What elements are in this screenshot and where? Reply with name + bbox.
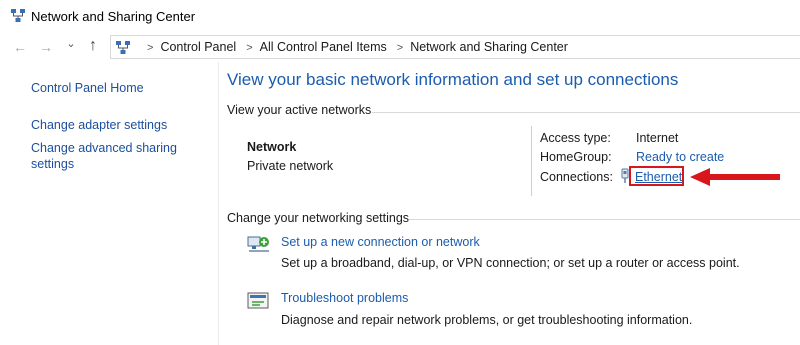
change-advanced-sharing-link[interactable]: Change advanced sharing [31, 140, 177, 156]
setup-connection-link[interactable]: Set up a new connection or network [281, 235, 480, 249]
troubleshoot-link[interactable]: Troubleshoot problems [281, 291, 408, 305]
back-arrow-icon[interactable]: ← [13, 39, 27, 55]
red-arrow-annotation [690, 168, 780, 186]
breadcrumb-separator-icon: > [246, 42, 253, 54]
network-divider [531, 126, 532, 196]
chevron-down-icon[interactable]: ⌄ [64, 37, 78, 50]
access-type-value: Internet [636, 131, 679, 145]
pane-divider [218, 62, 219, 345]
new-connection-icon [247, 236, 269, 252]
troubleshoot-icon [247, 292, 269, 309]
breadcrumb-network-center[interactable]: Network and Sharing Center [410, 40, 568, 54]
breadcrumb-all-items[interactable]: All Control Panel Items [260, 40, 387, 54]
change-settings-heading: Change your networking settings [227, 211, 410, 225]
control-panel-home-link[interactable]: Control Panel Home [31, 80, 144, 96]
access-type-label: Access type: [540, 131, 611, 145]
title-bar: Network and Sharing Center [0, 0, 800, 34]
section-divider [372, 112, 800, 113]
section-divider [409, 219, 800, 220]
ethernet-connection-link[interactable]: Ethernet [635, 170, 682, 184]
active-networks-heading: View your active networks [227, 103, 372, 117]
up-arrow-icon[interactable]: ↑ [86, 37, 100, 55]
change-adapter-settings-link[interactable]: Change adapter settings [31, 117, 167, 133]
breadcrumb-control-panel[interactable]: Control Panel [160, 40, 236, 54]
homegroup-label: HomeGroup: [540, 150, 612, 164]
change-advanced-sharing-link-line2[interactable]: settings [31, 156, 74, 172]
connections-label: Connections: [540, 170, 613, 184]
breadcrumb-separator-icon: > [396, 42, 404, 54]
setup-connection-description: Set up a broadband, dial-up, or VPN conn… [281, 256, 740, 270]
forward-arrow-icon[interactable]: → [39, 39, 53, 55]
network-center-icon [11, 9, 25, 22]
homegroup-link[interactable]: Ready to create [636, 150, 724, 164]
address-bar: ← → ⌄ ↑ > Control Panel > All Control Panel… [0, 34, 800, 60]
troubleshoot-description: Diagnose and repair network problems, or… [281, 313, 693, 327]
page-title: View your basic network information and … [227, 70, 679, 89]
address-field[interactable]: > Control Panel > All Control Panel Items > N… [110, 35, 800, 59]
control-panel-icon [116, 41, 130, 54]
network-type: Private network [247, 159, 334, 173]
window-title: Network and Sharing Center [31, 9, 196, 24]
breadcrumb-separator-icon: > [147, 42, 154, 54]
breadcrumb: > Control Panel > All Control Panel Items > N… [137, 40, 568, 54]
network-name: Network [247, 140, 297, 154]
